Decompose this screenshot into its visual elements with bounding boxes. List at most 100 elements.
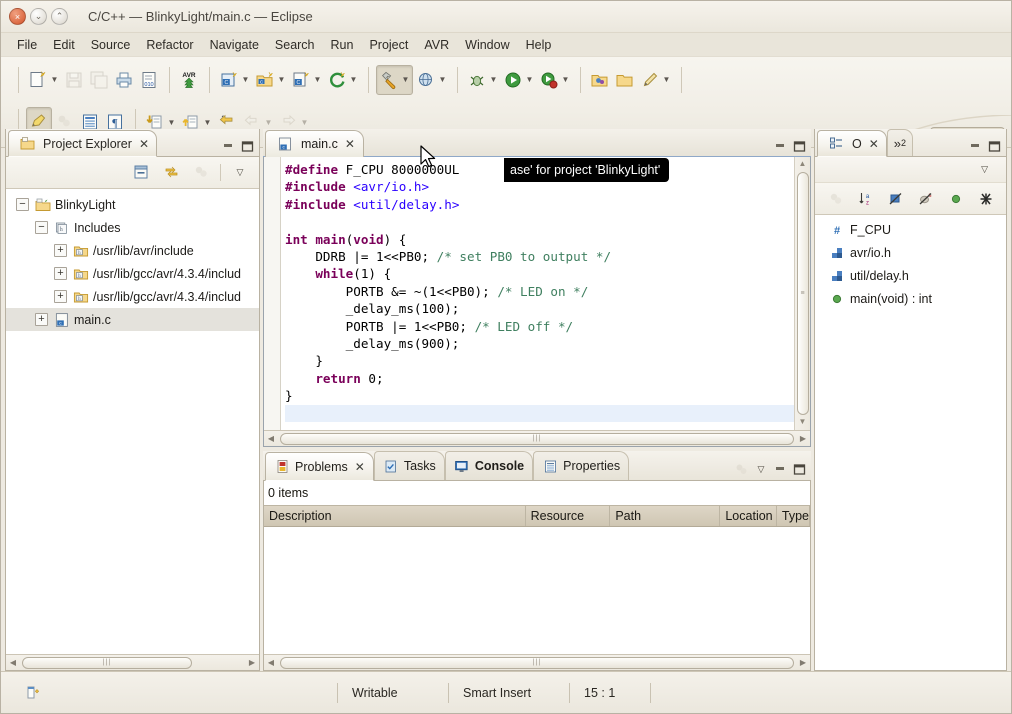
hide-fields-icon[interactable] [885,188,907,210]
tab-console[interactable]: Console [444,451,534,480]
menu-avr[interactable]: AVR [416,35,457,55]
menu-project[interactable]: Project [361,35,416,55]
menu-window[interactable]: Window [457,35,517,55]
tab-properties[interactable]: Properties [533,451,630,480]
chevron-down-icon[interactable]: ▼ [348,69,359,91]
tree-row[interactable]: − BlinkyLight [6,193,259,216]
tree-row[interactable]: + h/usr/lib/gcc/avr/4.3.4/includ [6,262,259,285]
chevron-down-icon[interactable]: ▼ [524,69,535,91]
tree-row[interactable]: + h/usr/lib/avr/include [6,239,259,262]
new-c-class-button[interactable]: C ▼ [217,65,252,95]
chevron-down-icon[interactable]: ▼ [240,69,251,91]
external-tools-button[interactable]: ▼ [537,65,572,95]
problems-table-rows[interactable] [264,527,810,654]
chevron-down-icon[interactable]: ▼ [276,69,287,91]
scroll-down-icon[interactable]: ▼ [799,417,807,428]
tab-main-c[interactable]: c main.c ✕ [265,130,364,157]
outline-item[interactable]: main(void) : int [815,287,1006,310]
project-explorer-hscrollbar[interactable]: ◀ ||| ▶ [6,654,259,670]
tree-row[interactable]: + h/usr/lib/gcc/avr/4.3.4/includ [6,285,259,308]
debug-button[interactable]: ▼ [465,65,500,95]
problems-hscrollbar[interactable]: ◀ ||| ▶ [264,654,810,670]
collapse-all-icon[interactable] [130,162,152,184]
window-minimize-button[interactable]: ⌄ [30,8,47,25]
column-header-description[interactable]: Description [264,506,526,526]
open-type-button[interactable] [613,65,637,95]
scroll-thumb[interactable]: ||| [22,656,192,669]
new-c-source-file-button[interactable]: C ▼ [289,65,324,95]
tree-row[interactable]: + c main.c [6,308,259,331]
scroll-right-icon[interactable]: ▶ [796,434,810,443]
outline-item[interactable]: avr/io.h [815,241,1006,264]
hide-static-icon[interactable]: s [915,188,937,210]
view-menu-icon[interactable]: ▽ [754,462,768,476]
menu-edit[interactable]: Edit [45,35,83,55]
chevron-down-icon[interactable]: ▼ [312,69,323,91]
outline-item[interactable]: # F_CPU [815,218,1006,241]
tree-row[interactable]: − h Includes [6,216,259,239]
maximize-icon[interactable] [792,139,806,153]
chevron-down-icon[interactable]: ▼ [400,69,411,91]
view-menu-icon[interactable]: ▽ [981,164,988,175]
link-editor-icon[interactable] [160,162,182,184]
menu-source[interactable]: Source [83,35,139,55]
window-maximize-button[interactable]: ⌃ [51,8,68,25]
column-header-resource[interactable]: Resource [526,506,611,526]
tab-overflow-indicator[interactable]: » 2 [886,129,914,156]
column-header-location[interactable]: Location [720,506,777,526]
menu-file[interactable]: File [9,35,45,55]
outline-item[interactable]: util/delay.h [815,264,1006,287]
editor-gutter[interactable] [264,157,281,430]
minimize-icon[interactable] [221,139,235,153]
chevron-down-icon[interactable]: ▼ [488,69,499,91]
maximize-icon[interactable] [240,139,254,153]
column-header-path[interactable]: Path [610,506,721,526]
close-icon[interactable]: ✕ [139,137,149,151]
print-button[interactable] [112,65,136,95]
scroll-left-icon[interactable]: ◀ [6,658,20,667]
minimize-icon[interactable] [773,462,787,476]
hide-nonpublic-icon[interactable] [945,188,967,210]
scroll-left-icon[interactable]: ◀ [264,658,278,667]
open-resource-button[interactable] [588,65,612,95]
chevron-down-icon[interactable]: ▼ [437,69,448,91]
scroll-track[interactable]: ||| [20,656,245,669]
editor-vscrollbar[interactable]: ▲ ≡ ▼ [794,157,810,430]
toggle-hex-button[interactable]: 010 [137,65,161,95]
chevron-down-icon[interactable]: ▼ [560,69,571,91]
open-element-button[interactable]: ▼ [325,65,360,95]
menu-navigate[interactable]: Navigate [202,35,267,55]
close-icon[interactable]: ✕ [869,137,879,151]
minimize-icon[interactable] [968,139,982,153]
chevron-down-icon[interactable]: ▼ [49,69,60,91]
maximize-icon[interactable] [987,139,1001,153]
expand-twisty-icon[interactable]: + [35,313,48,326]
project-tree[interactable]: − BlinkyLight − h Includes + h/usr/lib/avr/inc… [6,189,259,670]
scroll-right-icon[interactable]: ▶ [245,658,259,667]
tab-tasks[interactable]: Tasks [373,451,445,480]
scroll-up-icon[interactable]: ▲ [799,159,807,170]
sort-az-icon[interactable]: a z [855,188,877,210]
outline-list[interactable]: # F_CPU avr/io.h util/delay.h main(void) : i… [815,215,1006,310]
scroll-thumb[interactable]: ||| [280,432,794,445]
expand-twisty-icon[interactable]: + [54,244,67,257]
menu-help[interactable]: Help [518,35,560,55]
hide-macros-icon[interactable] [975,188,997,210]
annotation-button[interactable]: ▼ [638,65,673,95]
collapse-twisty-icon[interactable]: − [35,221,48,234]
tab-problems[interactable]: Problems ✕ [265,452,374,481]
window-close-button[interactable]: × [9,8,26,25]
close-icon[interactable]: ✕ [345,137,355,151]
menu-run[interactable]: Run [323,35,362,55]
menu-refactor[interactable]: Refactor [138,35,201,55]
chevron-down-icon[interactable]: ▼ [661,69,672,91]
scroll-track[interactable]: ||| [278,656,796,669]
scroll-right-icon[interactable]: ▶ [796,658,810,667]
build-button[interactable]: ▼ [376,64,413,95]
maximize-icon[interactable] [792,462,806,476]
editor-hscrollbar[interactable]: ◀ ||| ▶ [264,430,810,446]
run-button[interactable]: ▼ [501,65,536,95]
expand-twisty-icon[interactable]: + [54,290,67,303]
new-c-folder-button[interactable]: C ▼ [253,65,288,95]
avr-upload-button[interactable]: AVR [177,65,201,95]
